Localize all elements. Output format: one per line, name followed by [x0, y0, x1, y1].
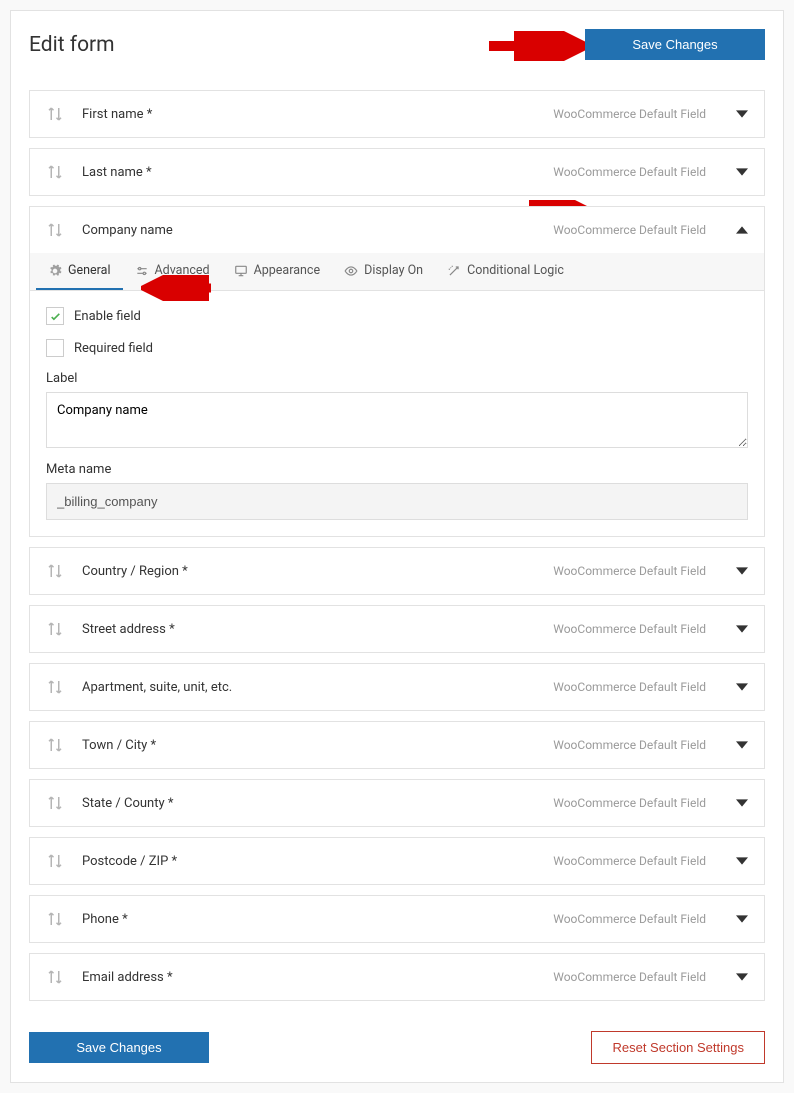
tab-label: Display On — [364, 263, 423, 278]
drag-handle-icon[interactable] — [46, 105, 64, 123]
field-row-apartment[interactable]: Apartment, suite, unit, etc. WooCommerce… — [29, 663, 765, 711]
field-row-phone[interactable]: Phone * WooCommerce Default Field — [29, 895, 765, 943]
reset-section-button[interactable]: Reset Section Settings — [591, 1031, 765, 1064]
enable-field-checkbox[interactable] — [46, 307, 64, 325]
field-badge: WooCommerce Default Field — [553, 107, 706, 121]
field-label: State / County * — [82, 796, 553, 811]
field-label: Country / Region * — [82, 564, 553, 579]
drag-handle-icon[interactable] — [46, 794, 64, 812]
meta-name-input — [46, 483, 748, 520]
field-label: Phone * — [82, 912, 553, 927]
tab-label: General — [68, 263, 111, 278]
field-label: Company name — [82, 223, 553, 238]
drag-handle-icon[interactable] — [46, 221, 64, 239]
field-badge: WooCommerce Default Field — [553, 165, 706, 179]
field-settings-panel: General Advanced Appearance — [29, 253, 765, 537]
tab-advanced[interactable]: Advanced — [123, 253, 222, 290]
tab-conditional-logic[interactable]: Conditional Logic — [435, 253, 576, 290]
tab-label: Conditional Logic — [467, 263, 564, 278]
chevron-down-icon[interactable] — [736, 739, 748, 751]
drag-handle-icon[interactable] — [46, 910, 64, 928]
tab-label: Advanced — [155, 263, 210, 278]
field-badge: WooCommerce Default Field — [553, 970, 706, 984]
tab-label: Appearance — [254, 263, 321, 278]
fields-list-bottom: Country / Region * WooCommerce Default F… — [29, 547, 765, 1001]
field-badge: WooCommerce Default Field — [553, 223, 706, 237]
field-row-last-name[interactable]: Last name * WooCommerce Default Field — [29, 148, 765, 196]
chevron-down-icon[interactable] — [736, 623, 748, 635]
field-badge: WooCommerce Default Field — [553, 564, 706, 578]
field-badge: WooCommerce Default Field — [553, 854, 706, 868]
tab-appearance[interactable]: Appearance — [222, 253, 333, 290]
field-label: Email address * — [82, 970, 553, 985]
gear-icon — [48, 264, 62, 278]
magic-wand-icon — [447, 264, 461, 278]
field-badge: WooCommerce Default Field — [553, 622, 706, 636]
label-heading: Label — [46, 371, 748, 386]
field-label: Last name * — [82, 165, 553, 180]
drag-handle-icon[interactable] — [46, 620, 64, 638]
chevron-up-icon[interactable] — [736, 224, 748, 236]
edit-form-panel: Edit form Save Changes First name * WooC… — [10, 10, 784, 1083]
field-label: Postcode / ZIP * — [82, 854, 553, 869]
field-row-town[interactable]: Town / City * WooCommerce Default Field — [29, 721, 765, 769]
fields-list-top: First name * WooCommerce Default Field L… — [29, 90, 765, 196]
drag-handle-icon[interactable] — [46, 852, 64, 870]
save-button[interactable]: Save Changes — [585, 29, 765, 60]
sliders-icon — [135, 264, 149, 278]
chevron-down-icon[interactable] — [736, 913, 748, 925]
tab-display-on[interactable]: Display On — [332, 253, 435, 290]
field-row-postcode[interactable]: Postcode / ZIP * WooCommerce Default Fie… — [29, 837, 765, 885]
field-row-street[interactable]: Street address * WooCommerce Default Fie… — [29, 605, 765, 653]
field-label: Town / City * — [82, 738, 553, 753]
label-input[interactable] — [46, 392, 748, 448]
required-field-checkbox[interactable]: ✓ — [46, 339, 64, 357]
required-field-label: Required field — [74, 341, 153, 356]
field-badge: WooCommerce Default Field — [553, 912, 706, 926]
field-row-first-name[interactable]: First name * WooCommerce Default Field — [29, 90, 765, 138]
field-badge: WooCommerce Default Field — [553, 796, 706, 810]
chevron-down-icon[interactable] — [736, 166, 748, 178]
monitor-icon — [234, 264, 248, 278]
drag-handle-icon[interactable] — [46, 678, 64, 696]
enable-field-label: Enable field — [74, 309, 141, 324]
tab-body-general: Enable field ✓ Required field Label Meta… — [30, 291, 764, 536]
page-title: Edit form — [29, 33, 115, 57]
drag-handle-icon[interactable] — [46, 562, 64, 580]
field-label: Apartment, suite, unit, etc. — [82, 680, 553, 695]
meta-name-heading: Meta name — [46, 462, 748, 477]
field-badge: WooCommerce Default Field — [553, 680, 706, 694]
field-label: First name * — [82, 107, 553, 122]
field-label: Street address * — [82, 622, 553, 637]
chevron-down-icon[interactable] — [736, 797, 748, 809]
chevron-down-icon[interactable] — [736, 855, 748, 867]
tab-general[interactable]: General — [36, 253, 123, 290]
settings-tabs: General Advanced Appearance — [30, 253, 764, 291]
drag-handle-icon[interactable] — [46, 968, 64, 986]
chevron-down-icon[interactable] — [736, 565, 748, 577]
eye-icon — [344, 264, 358, 278]
field-badge: WooCommerce Default Field — [553, 738, 706, 752]
chevron-down-icon[interactable] — [736, 971, 748, 983]
field-row-country[interactable]: Country / Region * WooCommerce Default F… — [29, 547, 765, 595]
drag-handle-icon[interactable] — [46, 163, 64, 181]
chevron-down-icon[interactable] — [736, 681, 748, 693]
chevron-down-icon[interactable] — [736, 108, 748, 120]
field-row-state[interactable]: State / County * WooCommerce Default Fie… — [29, 779, 765, 827]
field-row-email[interactable]: Email address * WooCommerce Default Fiel… — [29, 953, 765, 1001]
drag-handle-icon[interactable] — [46, 736, 64, 754]
save-button-footer[interactable]: Save Changes — [29, 1032, 209, 1063]
field-row-company[interactable]: Company name WooCommerce Default Field — [29, 206, 765, 253]
